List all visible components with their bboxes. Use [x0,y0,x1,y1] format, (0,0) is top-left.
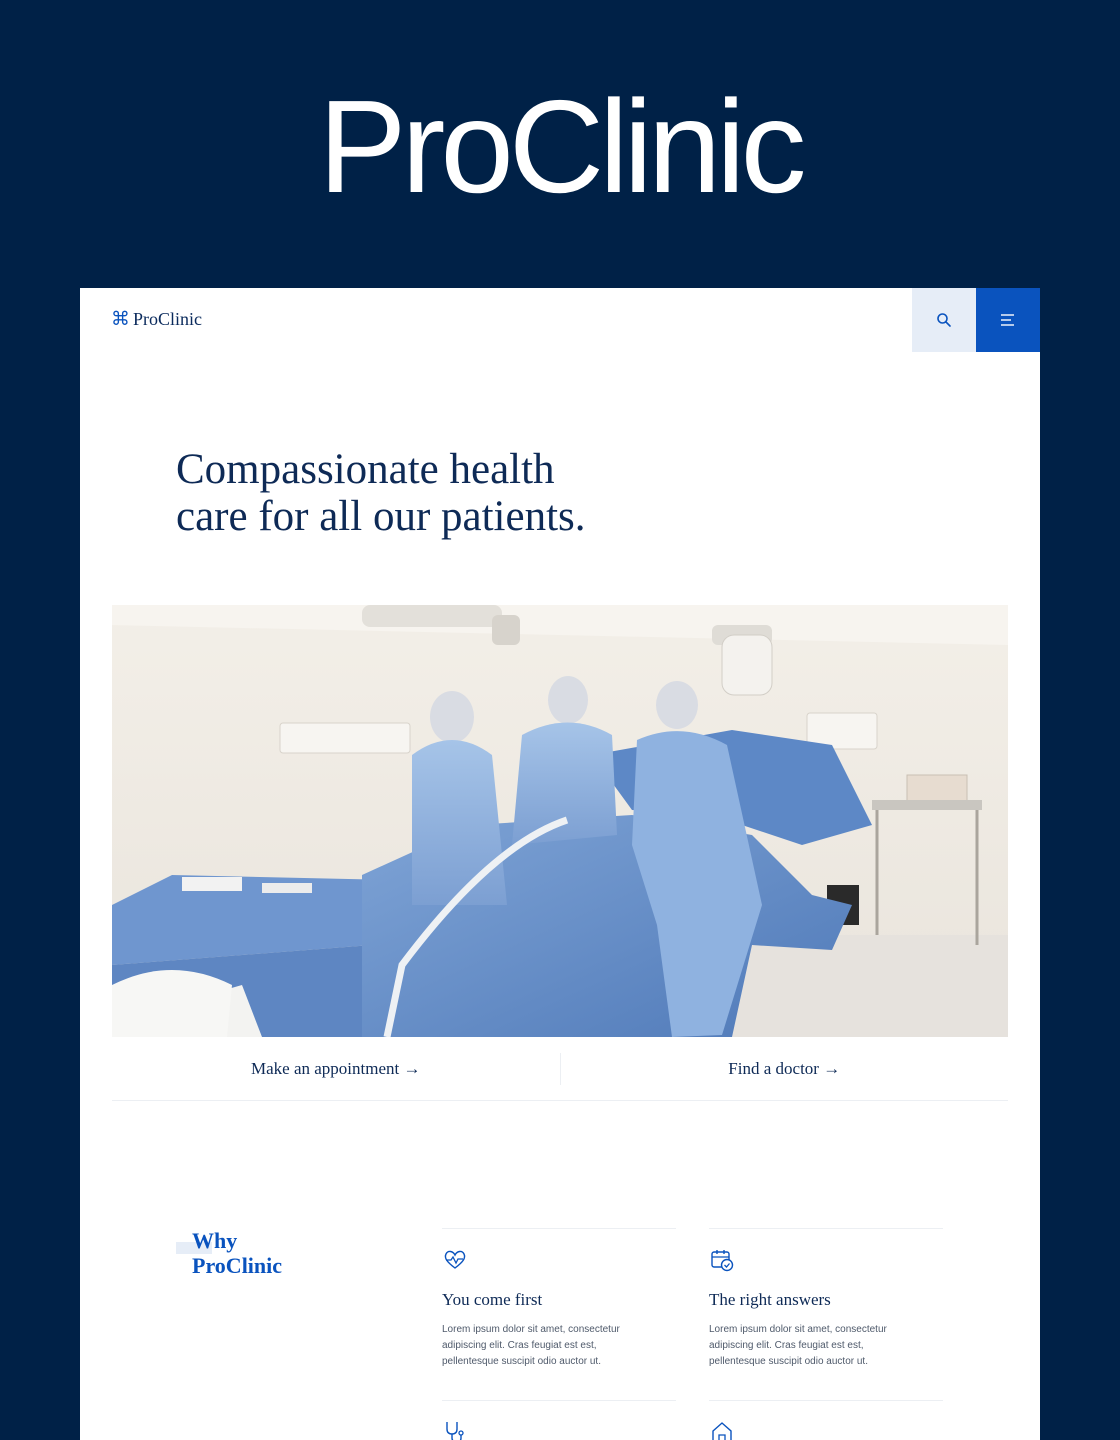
operating-room-illustration [112,605,1008,1037]
headline-line-1: Compassionate health [176,446,555,493]
feature-body: Lorem ipsum dolor sit amet, consectetur … [709,1324,887,1367]
hero-brand-title: ProClinic [318,73,806,220]
headline-line-2: care for all our patients. [176,493,586,540]
site-header: ⌘ ProClinic [80,288,1040,352]
menu-button[interactable] [976,288,1040,352]
why-proclinic-heading: Why ProClinic [192,1228,282,1278]
hamburger-menu-icon [1001,314,1014,326]
make-appointment-link[interactable]: Make an appointment → [112,1037,560,1100]
stethoscope-icon [446,1422,464,1440]
find-doctor-link[interactable]: Find a doctor → [561,1037,1009,1100]
logo-command-icon: ⌘ [111,308,130,330]
home-icon [712,1422,732,1440]
website-preview: ⌘ ProClinic Compassionate health care fo… [80,288,1040,1440]
search-icon [937,313,951,327]
feature-title: The right answers [709,1290,831,1309]
site-logo[interactable]: ⌘ ProClinic [111,308,202,330]
feature-title: You come first [442,1290,543,1309]
page-headline: Compassionate health care for all our pa… [176,446,696,540]
calendar-check-icon [711,1250,734,1272]
hero-photo [112,605,1008,1037]
heart-pulse-icon [444,1250,466,1269]
feature-body: Lorem ipsum dolor sit amet, consectetur … [442,1324,620,1367]
logo-text: ProClinic [133,308,203,329]
feature-card-the-right-answers: The right answers Lorem ipsum dolor sit … [709,1228,943,1370]
why-line-1: Why [192,1228,238,1253]
feature-card-you-come-first: You come first Lorem ipsum dolor sit ame… [442,1228,676,1370]
feature-card-third [442,1400,676,1440]
why-line-2: ProClinic [192,1253,283,1278]
cta-row: Make an appointment → Find a doctor → [112,1037,1008,1101]
search-button[interactable] [912,288,976,352]
feature-card-fourth [709,1400,943,1440]
